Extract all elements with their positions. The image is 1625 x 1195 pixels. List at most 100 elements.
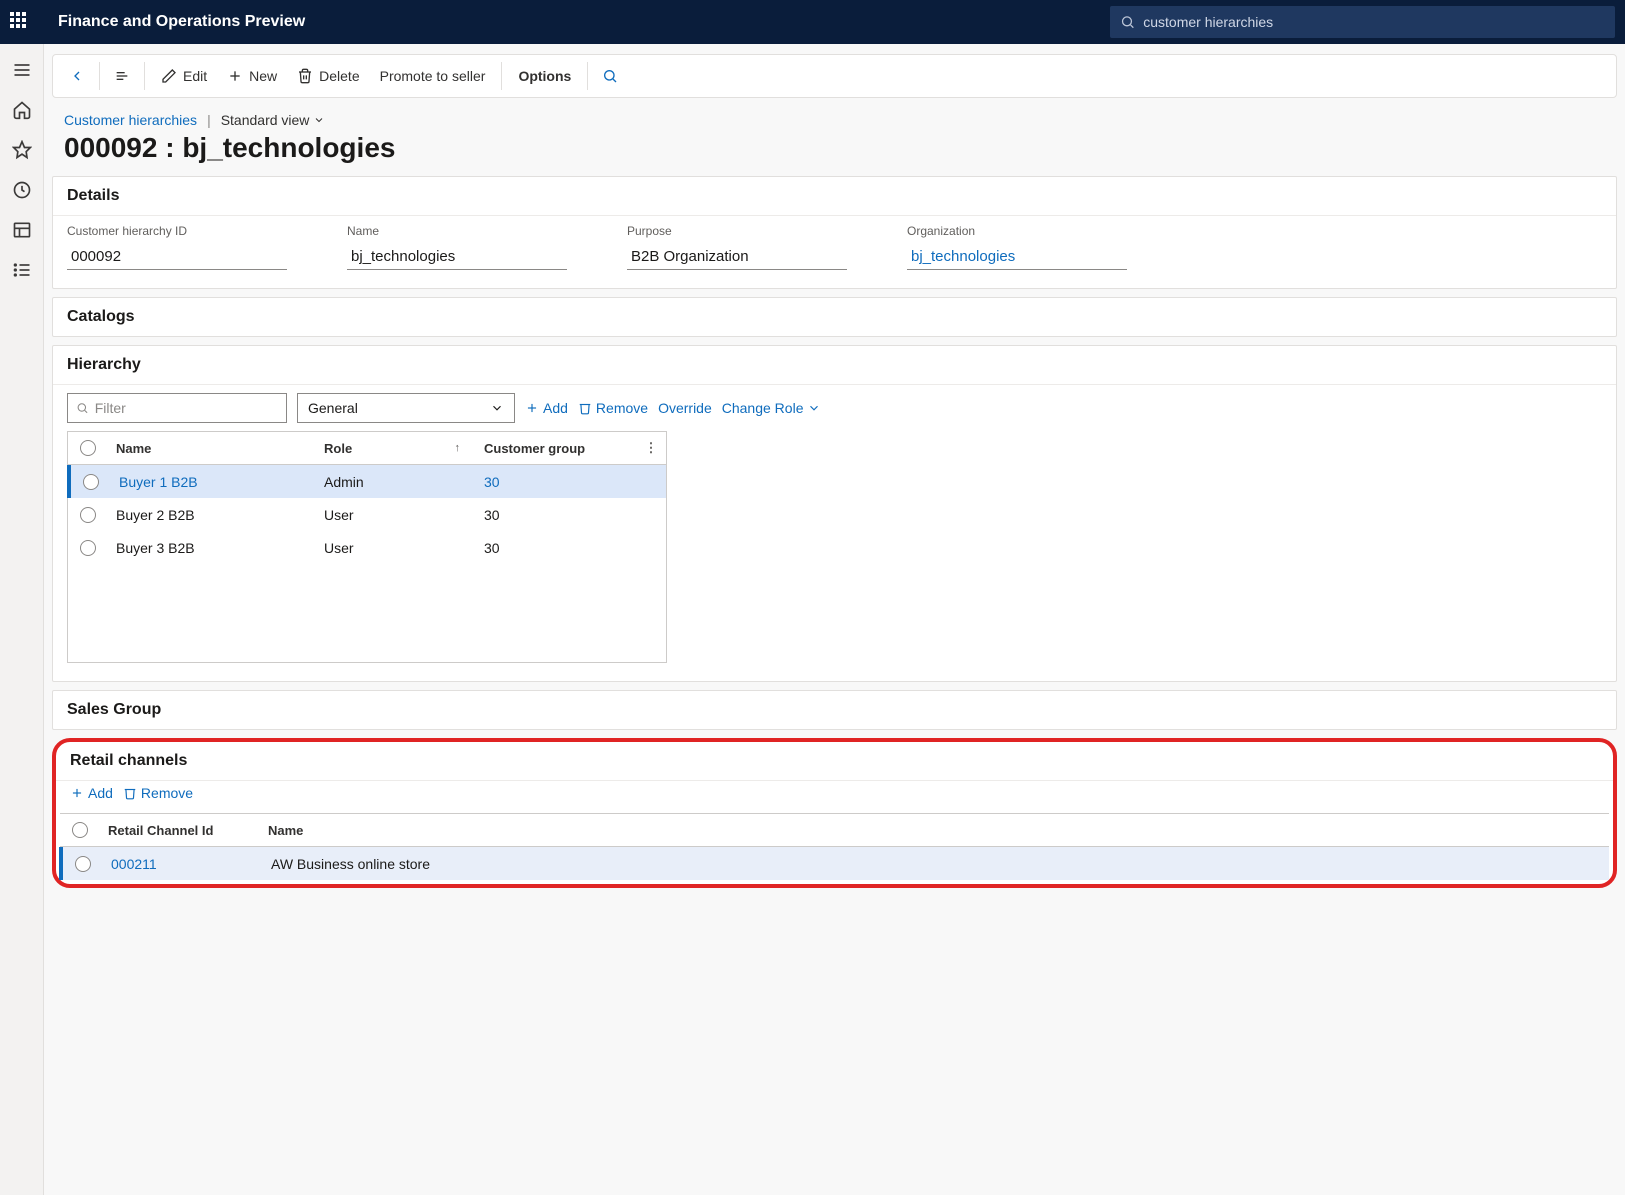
row-retail-name: AW Business online store (263, 856, 1609, 872)
row-role: User (316, 507, 476, 523)
row-name[interactable]: Buyer 2 B2B (108, 507, 316, 523)
retail-remove-button[interactable]: Remove (123, 785, 193, 801)
delete-button[interactable]: Delete (287, 64, 369, 88)
hamburger-icon[interactable] (12, 60, 32, 80)
trash-icon (578, 401, 592, 415)
chevron-down-icon (807, 401, 821, 415)
app-header: Finance and Operations Preview (0, 0, 1625, 44)
retail-select-all[interactable] (60, 822, 100, 838)
hierarchy-id-label: Customer hierarchy ID (67, 224, 287, 238)
col-retail-name[interactable]: Name (260, 823, 1609, 838)
sort-asc-icon: ↑ (455, 442, 469, 454)
global-search[interactable] (1110, 6, 1615, 38)
chevron-down-icon (490, 401, 504, 415)
hierarchy-override-button[interactable]: Override (658, 400, 712, 416)
new-button[interactable]: New (217, 64, 287, 88)
hierarchy-remove-button[interactable]: Remove (578, 400, 648, 416)
view-selector-label: Standard view (221, 112, 310, 128)
search-icon (1120, 14, 1135, 30)
hierarchy-filter-input[interactable] (95, 400, 278, 416)
select-all[interactable] (68, 440, 108, 456)
retail-add-button[interactable]: Add (70, 785, 113, 801)
star-icon[interactable] (12, 140, 32, 160)
view-selector[interactable]: Standard view (221, 112, 326, 128)
row-group[interactable]: 30 (476, 507, 636, 523)
hierarchy-add-button[interactable]: Add (525, 400, 568, 416)
plus-icon (70, 786, 84, 800)
organization-value[interactable]: bj_technologies (907, 244, 1127, 270)
organization-label: Organization (907, 224, 1127, 238)
table-row[interactable]: 000211AW Business online store (59, 847, 1609, 880)
home-icon[interactable] (12, 100, 32, 120)
purpose-value[interactable]: B2B Organization (627, 244, 847, 270)
row-group[interactable]: 30 (476, 540, 636, 556)
hierarchy-card: Hierarchy General Add (52, 345, 1617, 682)
back-button[interactable] (61, 64, 93, 88)
row-name[interactable]: Buyer 1 B2B (111, 474, 316, 490)
hierarchy-grid: Name Role ↑ Customer group ⋮ Buyer 1 B2B… (67, 431, 667, 663)
breadcrumb-link[interactable]: Customer hierarchies (64, 112, 197, 128)
options-button[interactable]: Options (508, 64, 581, 88)
list-toggle-button[interactable] (106, 64, 138, 88)
edit-button[interactable]: Edit (151, 64, 217, 88)
catalogs-header[interactable]: Catalogs (53, 298, 1616, 336)
col-role[interactable]: Role ↑ (316, 441, 476, 456)
row-group[interactable]: 30 (476, 474, 636, 490)
row-retail-id[interactable]: 000211 (103, 856, 263, 872)
app-title: Finance and Operations Preview (58, 13, 305, 31)
hierarchy-view-select-label: General (308, 400, 358, 416)
row-select[interactable] (68, 540, 108, 556)
list-icon[interactable] (12, 260, 32, 280)
name-label: Name (347, 224, 567, 238)
breadcrumb: Customer hierarchies | Standard view (64, 112, 1605, 128)
search-input[interactable] (1143, 14, 1605, 30)
page-title: 000092 : bj_technologies (64, 132, 1605, 164)
retail-channels-card: Retail channels Add Remove Retail Ch (52, 738, 1617, 888)
col-group[interactable]: Customer group (476, 441, 636, 456)
search-icon (76, 401, 89, 415)
table-row[interactable]: Buyer 3 B2BUser30 (68, 531, 666, 564)
row-select[interactable] (68, 507, 108, 523)
row-name[interactable]: Buyer 3 B2B (108, 540, 316, 556)
row-select[interactable] (63, 856, 103, 872)
row-role: User (316, 540, 476, 556)
clock-icon[interactable] (12, 180, 32, 200)
module-icon[interactable] (12, 220, 32, 240)
retail-channels-header[interactable]: Retail channels (56, 742, 1613, 780)
hierarchy-id-value[interactable]: 000092 (67, 244, 287, 270)
details-header[interactable]: Details (53, 177, 1616, 215)
hierarchy-change-role-label: Change Role (722, 400, 804, 416)
hierarchy-add-label: Add (543, 400, 568, 416)
plus-icon (525, 401, 539, 415)
search-icon (602, 68, 618, 84)
edit-button-label: Edit (183, 68, 207, 84)
hierarchy-remove-label: Remove (596, 400, 648, 416)
name-value[interactable]: bj_technologies (347, 244, 567, 270)
promote-button-label: Promote to seller (380, 68, 486, 84)
table-row[interactable]: Buyer 1 B2BAdmin30 (67, 465, 666, 498)
promote-button[interactable]: Promote to seller (370, 64, 496, 88)
sales-group-header[interactable]: Sales Group (53, 691, 1616, 729)
hierarchy-change-role-button[interactable]: Change Role (722, 400, 822, 416)
grid-more-button[interactable]: ⋮ (636, 440, 666, 456)
col-name[interactable]: Name (108, 441, 316, 456)
hierarchy-view-select[interactable]: General (297, 393, 515, 423)
row-select[interactable] (71, 474, 111, 490)
col-role-label: Role (324, 441, 352, 456)
filter-search-button[interactable] (594, 64, 626, 88)
hierarchy-filter[interactable] (67, 393, 287, 423)
retail-remove-label: Remove (141, 785, 193, 801)
col-retail-id[interactable]: Retail Channel Id (100, 823, 260, 838)
delete-button-label: Delete (319, 68, 359, 84)
table-row[interactable]: Buyer 2 B2BUser30 (68, 498, 666, 531)
retail-add-label: Add (88, 785, 113, 801)
trash-icon (297, 68, 313, 84)
pencil-icon (161, 68, 177, 84)
trash-icon (123, 786, 137, 800)
new-button-label: New (249, 68, 277, 84)
waffle-icon[interactable] (10, 12, 30, 32)
retail-grid: Retail Channel Id Name 000211AW Business… (60, 813, 1609, 880)
purpose-label: Purpose (627, 224, 847, 238)
hierarchy-header[interactable]: Hierarchy (53, 346, 1616, 384)
nav-rail (0, 44, 44, 1195)
